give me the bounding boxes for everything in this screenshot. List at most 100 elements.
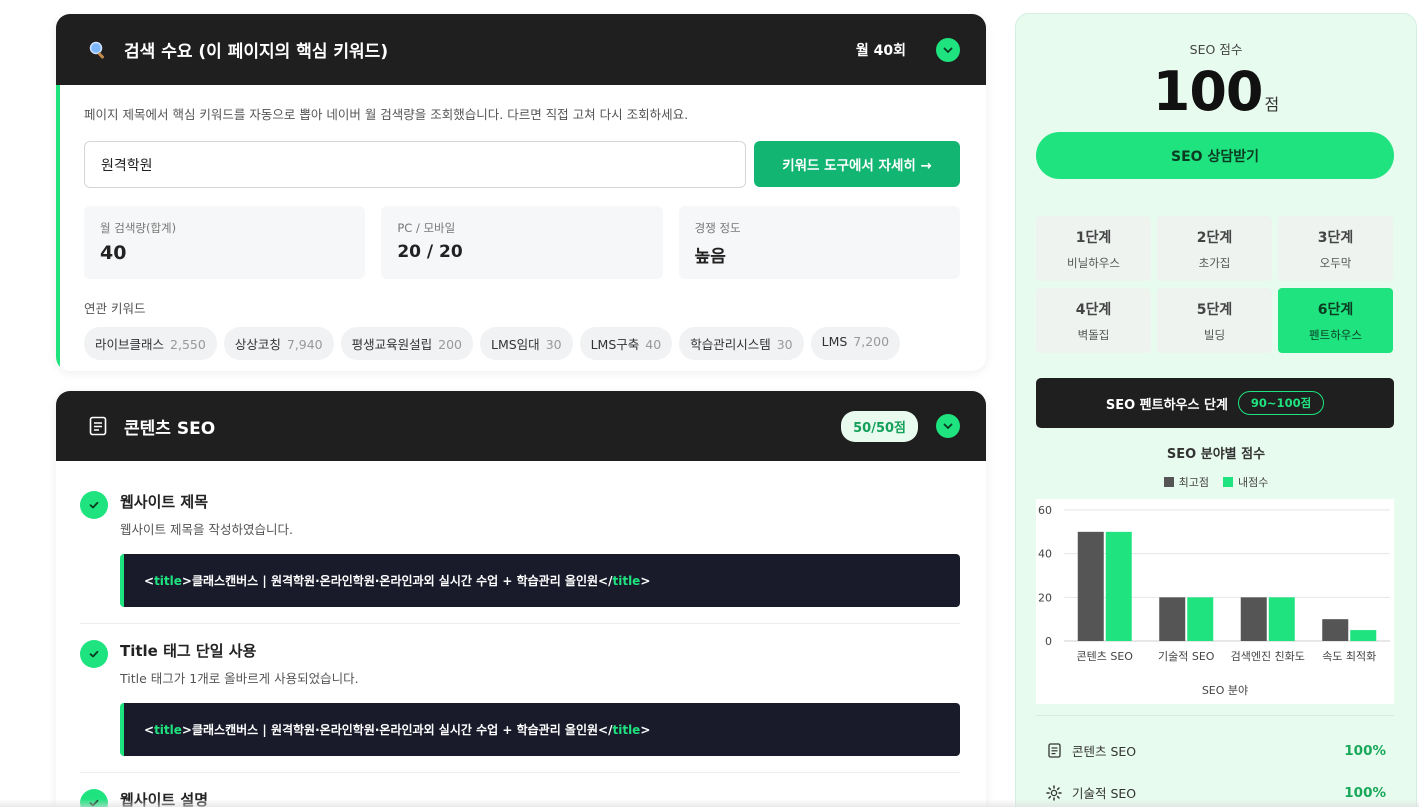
related-keyword-chip[interactable]: 상상코칭 7,940	[223, 327, 334, 360]
check-item-title: 웹사이트 제목	[120, 493, 209, 511]
stat-value: 40	[100, 242, 127, 264]
divider	[80, 623, 960, 624]
document-icon	[1046, 743, 1062, 759]
bottom-fade	[0, 799, 1419, 807]
chart-bar	[1240, 597, 1267, 641]
related-keyword-chip[interactable]: LMS임대 30	[480, 327, 573, 360]
code-bracket: <	[144, 573, 155, 588]
related-keyword-chip[interactable]: LMS구축 40	[579, 327, 673, 360]
keyword-count: 7,940	[286, 337, 323, 352]
category-label: 콘텐츠 SEO	[1072, 744, 1137, 759]
seo-score-unit: 점	[1264, 95, 1280, 114]
divider	[80, 772, 960, 773]
chevron-down-icon[interactable]	[936, 37, 960, 62]
stage-name: 초가집	[1198, 255, 1231, 270]
legend-swatch	[1163, 477, 1174, 487]
stat-label: PC / 모바일	[397, 221, 456, 235]
category-percent: 100%	[1344, 742, 1386, 759]
related-keyword-chip[interactable]: LMS 7,200	[810, 327, 901, 360]
stage-4[interactable]: 4단계 벽돌집	[1036, 288, 1151, 353]
seo-tier-range: 90~100점	[1237, 391, 1325, 415]
keyword-name: 학습관리시스템	[690, 337, 771, 352]
stage-name: 벽돌집	[1077, 327, 1110, 342]
keyword-count: 7,200	[853, 334, 890, 349]
keyword-name: 평생교육원설립	[351, 337, 433, 352]
stage-name: 오두막	[1319, 255, 1352, 270]
stat-pc-mobile: PC / 모바일 20 / 20	[381, 206, 663, 279]
related-keyword-chip[interactable]: 평생교육원설립 200	[340, 327, 473, 360]
stage-6[interactable]: 6단계 펜트하우스	[1278, 288, 1393, 353]
legend-swatch	[1223, 477, 1233, 487]
stage-5[interactable]: 5단계 빌딩	[1157, 288, 1272, 353]
related-keyword-chip[interactable]: 라이브클래스 2,550	[84, 327, 217, 360]
keyword-count: 40	[645, 337, 662, 352]
document-icon	[86, 414, 110, 438]
search-demand-title: 검색 수요 (이 페이지의 핵심 키워드)	[124, 42, 389, 62]
related-keyword-chip[interactable]: 학습관리시스템 30	[679, 327, 804, 360]
chart-bar	[1350, 630, 1377, 641]
content-seo-title: 콘텐츠 SEO	[124, 418, 216, 439]
stat-monthly-volume: 월 검색량(합계) 40	[84, 206, 366, 279]
accent-bar	[56, 85, 60, 371]
code-tag: title	[154, 573, 182, 588]
related-keywords-list: 라이브클래스 2,550 상상코칭 7,940 평생교육원설립 200 LMS임대 30…	[84, 327, 960, 360]
chart-legend: 최고점 내점수	[1016, 474, 1416, 490]
seo-category-chart: 0 20 40 60 콘텐츠 SEO 기술적 SEO 검색엔진 친화도 속도 최적화 SEO 분…	[1036, 499, 1394, 704]
keyword-input[interactable]: 원격학원	[84, 141, 746, 188]
legend-label: 내점수	[1238, 476, 1269, 489]
chart-y-tick-label: 20	[1038, 591, 1052, 604]
stat-label: 월 검색량(합계)	[100, 221, 177, 235]
keyword-name: 라이브클래스	[95, 337, 165, 352]
stage-3[interactable]: 3단계오두막	[1278, 216, 1393, 281]
keyword-name: LMS	[821, 334, 848, 349]
stage-1[interactable]: 1단계 비닐하우스	[1036, 216, 1151, 281]
stage-grid: 1단계 비닐하우스 2단계초가집 3단계오두막 4단계 벽돌집 5단계 빌딩 6단계 펜…	[1036, 216, 1394, 353]
seo-score-value: 100	[1152, 60, 1264, 123]
check-item-title: Title 태그 단일 사용	[120, 642, 257, 660]
chevron-down-icon[interactable]	[936, 414, 960, 438]
code-tag: title	[612, 573, 641, 588]
divider	[1036, 715, 1394, 716]
legend-item-max: 최고점	[1163, 474, 1209, 490]
code-tag: title	[612, 722, 641, 737]
check-icon	[80, 640, 108, 668]
code-text: >클래스캔버스 | 원격학원·온라인학원·온라인과외 실시간 수업 + 학습관리…	[181, 723, 613, 737]
check-icon	[80, 491, 108, 519]
content-seo-header[interactable]: 콘텐츠 SEO 50/50점	[56, 391, 986, 461]
keyword-count: 30	[776, 337, 793, 352]
check-item-website-title: 웹사이트 제목 웹사이트 제목을 작성하였습니다. < title >클래스캔버스 …	[56, 491, 986, 607]
chart-bar	[1268, 597, 1295, 641]
content-seo-card: 콘텐츠 SEO 50/50점 웹사이트 제목 웹사이트 제목을 작성하였습니다.…	[56, 391, 986, 807]
stage-num: 1단계	[1075, 229, 1112, 246]
monthly-search-badge: 월 40회	[855, 42, 906, 59]
keyword-name: LMS구축	[590, 337, 640, 352]
chart-y-tick-label: 60	[1038, 504, 1052, 517]
keyword-tool-button[interactable]: 키워드 도구에서 자세히 →	[754, 141, 960, 187]
keyword-count: 200	[438, 337, 462, 352]
search-demand-header[interactable]: 검색 수요 (이 페이지의 핵심 키워드) 월 40회	[56, 14, 986, 85]
check-item-title-tag-single: Title 태그 단일 사용 Title 태그가 1개로 올바르게 사용되었습니…	[56, 640, 986, 756]
stage-num: 6단계	[1317, 301, 1354, 318]
keyword-count: 2,550	[170, 337, 206, 352]
check-item-desc: 웹사이트 제목을 작성하였습니다.	[120, 522, 293, 537]
stage-num: 2단계	[1196, 229, 1233, 246]
chart-bar	[1159, 597, 1186, 641]
stat-value: 높음	[694, 247, 726, 267]
chart-bar	[1077, 531, 1104, 641]
legend-item-mine: 내점수	[1223, 474, 1268, 490]
code-tag: title	[154, 722, 182, 737]
chart-x-axis-label: SEO 분야	[1202, 684, 1248, 697]
chart-x-tick-label: 검색엔진 친화도	[1231, 650, 1305, 663]
stage-num: 3단계	[1317, 229, 1354, 246]
seo-consult-button[interactable]: SEO 상담받기	[1036, 132, 1394, 179]
category-row-content-seo: 콘텐츠 SEO 100%	[1046, 741, 1386, 760]
stat-value: 20 / 20	[397, 242, 463, 262]
chart-y-tick-label: 0	[1045, 635, 1052, 648]
stage-num: 5단계	[1196, 301, 1233, 318]
code-snippet: < title >클래스캔버스 | 원격학원·온라인학원·온라인과외 실시간 수업 …	[120, 554, 960, 607]
seo-tier-label: SEO 펜트하우스 단계	[1105, 397, 1228, 413]
check-item-desc: Title 태그가 1개로 올바르게 사용되었습니다.	[120, 671, 359, 686]
stat-competition: 경쟁 정도 높음	[678, 206, 960, 279]
keyword-count: 30	[545, 337, 562, 352]
stage-2[interactable]: 2단계초가집	[1157, 216, 1272, 281]
